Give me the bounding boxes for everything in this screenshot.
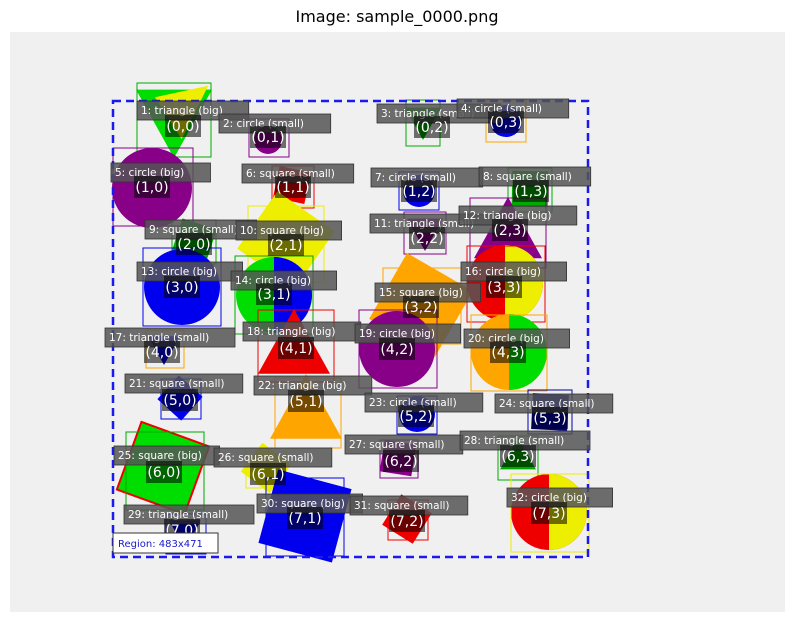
grid-label-13: (3,0) [165,280,198,296]
grid-label-24: (5,3) [533,411,566,427]
object-label-text-21: 21: square (small) [129,378,225,390]
object-label-text-18: 18: triangle (big) [247,326,336,338]
grid-label-26: (6,1) [251,467,284,483]
grid-label-10: (2,1) [269,238,302,254]
grid-label-32: (7,3) [532,506,565,522]
grid-label-27: (6,2) [384,454,417,470]
grid-label-30: (7,1) [288,511,321,527]
grid-label-20: (4,3) [491,345,524,361]
grid-label-8: (1,3) [514,184,547,200]
grid-label-15: (3,2) [404,300,437,316]
grid-label-14: (3,1) [257,287,290,303]
grid-label-19: (4,2) [380,342,413,358]
grid-label-18: (4,1) [279,341,312,357]
grid-label-5: (1,0) [135,180,168,196]
grid-label-9: (2,0) [177,237,210,253]
grid-label-2: (0,1) [251,130,284,146]
grid-label-22: (5,1) [289,394,322,410]
region-tag: Region: 483x471 [112,532,219,554]
scene-canvas: 1: triangle (big)(0,0) 2: circle (small)(… [10,32,785,612]
grid-label-3: (0,2) [415,120,448,136]
grid-label-23: (5,2) [399,409,432,425]
object-label-text-26: 26: square (small) [218,452,314,464]
grid-label-21: (5,0) [163,393,196,409]
grid-label-28: (6,3) [501,449,534,465]
grid-label-4: (0,3) [489,115,522,131]
object-label-text-25: 25: square (big) [118,450,202,462]
grid-label-31: (7,2) [390,514,423,530]
grid-label-17: (4,0) [145,345,178,361]
grid-label-25: (6,0) [147,465,180,481]
grid-label-6: (1,1) [276,180,309,196]
grid-label-16: (3,3) [487,280,520,296]
grid-label-1: (0,0) [166,119,199,135]
object-label-text-27: 27: square (small) [349,439,445,451]
grid-label-7: (1,2) [402,184,435,200]
grid-label-11: (2,2) [410,231,443,247]
region-label: Region: 483x471 [118,539,203,550]
grid-label-12: (2,3) [493,223,526,239]
